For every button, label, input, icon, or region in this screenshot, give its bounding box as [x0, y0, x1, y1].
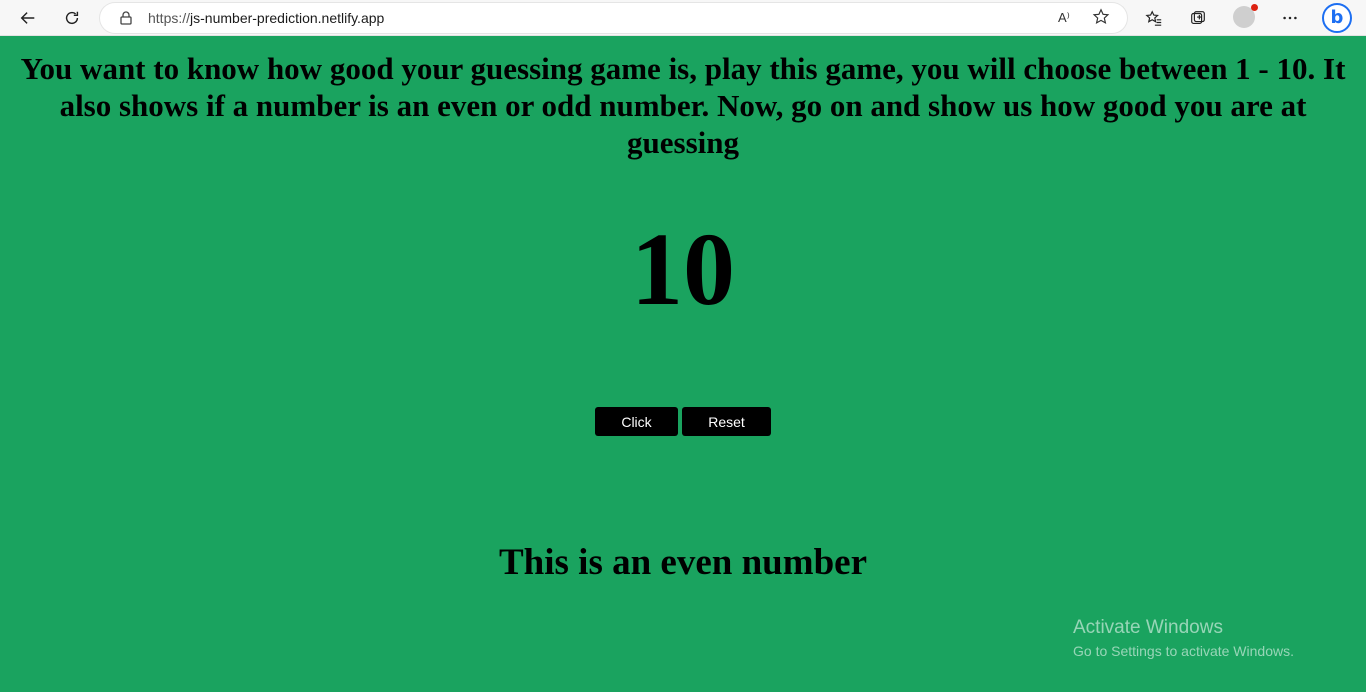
intro-heading: You want to know how good your guessing … — [20, 51, 1346, 160]
activate-windows-watermark: Activate Windows Go to Settings to activ… — [1073, 617, 1294, 663]
parity-result: This is an even number — [498, 542, 867, 583]
browser-toolbar: https://js-number-prediction.netlify.app… — [0, 0, 1366, 36]
address-bar[interactable]: https://js-number-prediction.netlify.app… — [100, 3, 1127, 33]
more-options-icon[interactable] — [1276, 4, 1304, 32]
read-aloud-icon[interactable]: A⁾ — [1058, 8, 1078, 28]
url-text[interactable]: https://js-number-prediction.netlify.app — [148, 10, 384, 26]
add-favorite-icon[interactable] — [1092, 8, 1112, 28]
click-button[interactable]: Click — [595, 407, 678, 436]
url-host: js-number-prediction.netlify.app — [190, 10, 385, 26]
back-icon[interactable] — [14, 4, 42, 32]
watermark-title: Activate Windows — [1073, 617, 1223, 638]
bing-chat-icon[interactable]: b — [1322, 3, 1352, 33]
profile-avatar[interactable] — [1233, 4, 1258, 28]
button-group: Click Reset — [0, 407, 1366, 436]
guessed-number: 10 — [631, 212, 735, 327]
collections-icon[interactable] — [1184, 4, 1212, 32]
lock-icon[interactable] — [118, 10, 134, 26]
favorites-icon[interactable] — [1140, 4, 1168, 32]
reset-button[interactable]: Reset — [682, 407, 771, 436]
url-prefix: https:// — [148, 10, 191, 26]
watermark-subtitle: Go to Settings to activate Windows. — [1073, 643, 1294, 659]
refresh-icon[interactable] — [58, 4, 86, 32]
